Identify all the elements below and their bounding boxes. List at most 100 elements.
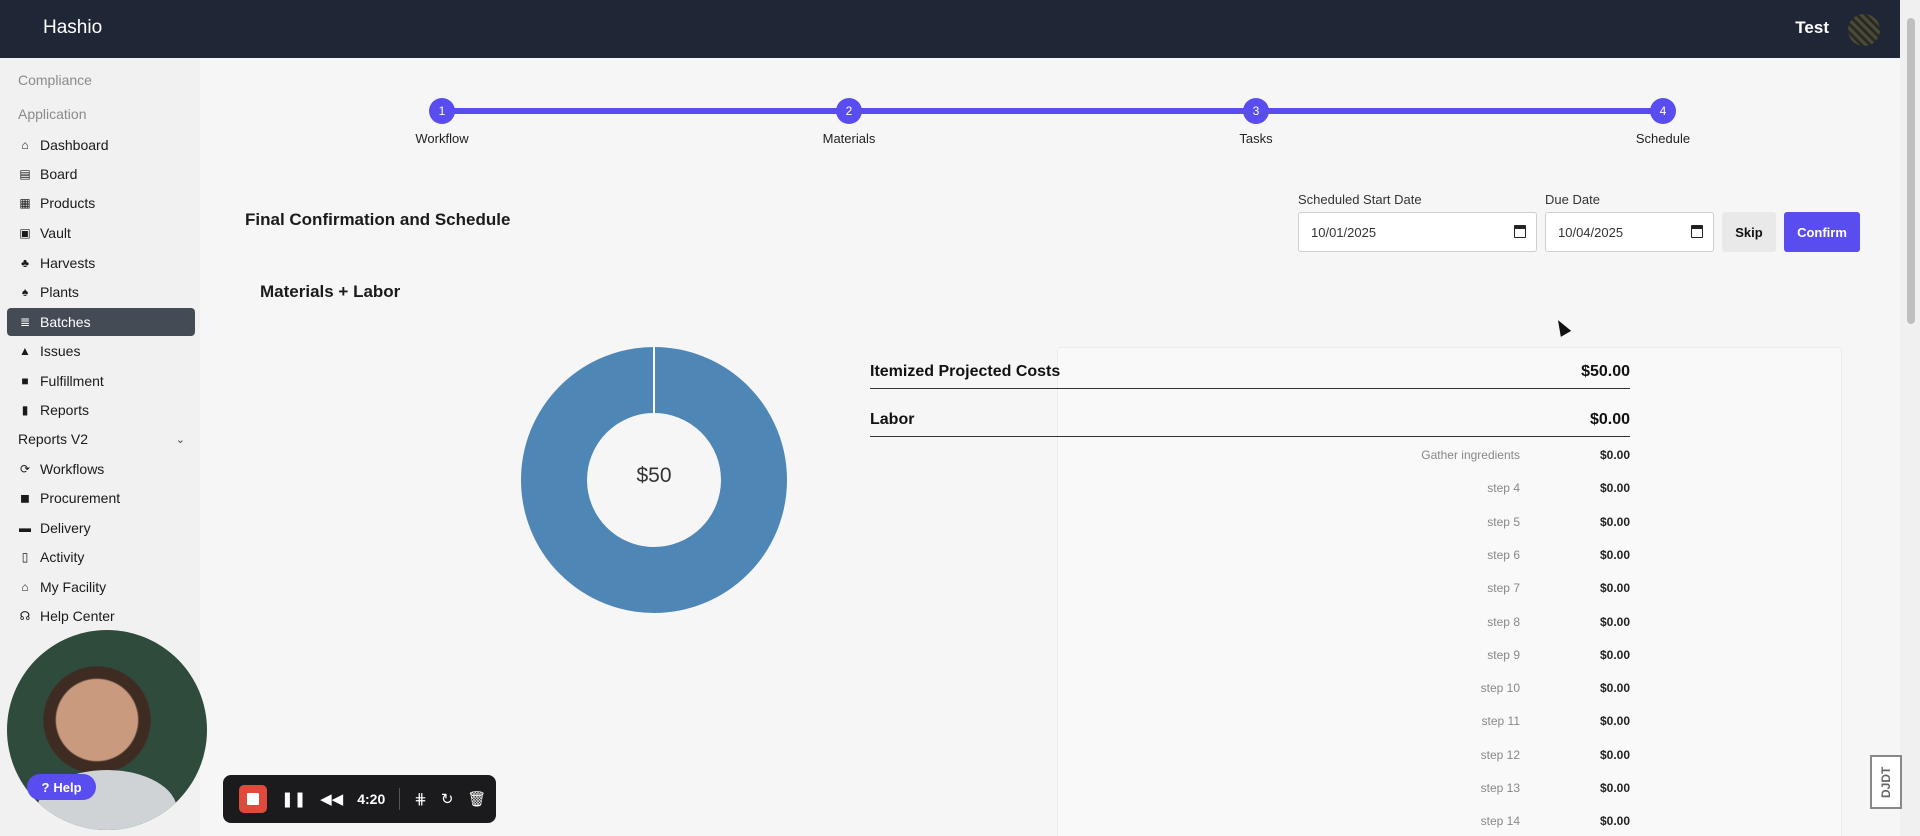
app-title[interactable]: Hashio bbox=[43, 17, 102, 39]
cost-row: step 13 $0.00 bbox=[870, 781, 1630, 801]
recording-timer: 4:20 bbox=[357, 791, 386, 807]
labor-label: Labor bbox=[870, 411, 915, 428]
donut-center-label: $50 bbox=[636, 464, 672, 487]
step-schedule[interactable]: 4 Schedule bbox=[1593, 98, 1733, 146]
building-icon: ⌂ bbox=[21, 580, 29, 594]
home-icon: ⌂ bbox=[21, 138, 29, 152]
section-compliance[interactable]: Compliance bbox=[18, 72, 92, 88]
chart-icon: ▮ bbox=[21, 403, 29, 417]
cost-row-value: $0.00 bbox=[1599, 781, 1630, 795]
confirm-button[interactable]: Confirm bbox=[1784, 212, 1860, 252]
sidebar-item-batches[interactable]: ≣ Batches bbox=[7, 308, 195, 336]
vault-icon: ▣ bbox=[19, 226, 31, 240]
sidebar-item-issues[interactable]: ▲ Issues bbox=[7, 337, 195, 365]
step-number: 3 bbox=[1243, 98, 1269, 124]
products-icon: ▦ bbox=[19, 196, 31, 210]
start-date-input[interactable]: 10/01/2025 bbox=[1298, 212, 1537, 252]
scrollbar-thumb[interactable] bbox=[1907, 18, 1915, 324]
sidebar-item-help-center[interactable]: ☊ Help Center bbox=[7, 602, 195, 630]
bag-icon: ◼ bbox=[20, 491, 30, 505]
cost-row-name: step 4 bbox=[1487, 481, 1520, 496]
cost-row-name: step 9 bbox=[1487, 647, 1520, 662]
sidebar-item-board[interactable]: ▤ Board bbox=[7, 160, 195, 188]
board-icon: ▤ bbox=[19, 167, 31, 181]
trash-icon[interactable]: 🗑 bbox=[467, 790, 486, 808]
cost-row-value: $0.00 bbox=[1599, 581, 1630, 596]
warning-icon: ▲ bbox=[19, 344, 31, 358]
cost-row-value: $0.00 bbox=[1599, 681, 1630, 696]
sidebar-item-dashboard[interactable]: ⌂ Dashboard bbox=[7, 131, 195, 159]
rewind-icon[interactable]: ◀◀ bbox=[320, 790, 343, 808]
step-tasks[interactable]: 3 Tasks bbox=[1186, 98, 1326, 146]
recording-toolbar: ❚❚ ◀◀ 4:20 ⋕ ↻ 🗑 bbox=[223, 775, 496, 823]
section-application[interactable]: Application bbox=[18, 106, 87, 122]
sidebar-item-reports[interactable]: ▮ Reports bbox=[7, 396, 195, 424]
headset-icon: ☊ bbox=[19, 609, 31, 623]
sidebar-item-activity[interactable]: ▯ Activity bbox=[7, 543, 195, 571]
batches-icon: ≣ bbox=[19, 315, 31, 329]
step-workflow[interactable]: 1 Workflow bbox=[372, 98, 512, 146]
step-number: 1 bbox=[429, 98, 455, 124]
cost-row-name: step 10 bbox=[1480, 681, 1520, 696]
restart-icon[interactable]: ↻ bbox=[441, 790, 454, 808]
start-date-label: Scheduled Start Date bbox=[1298, 192, 1422, 207]
cost-row-value: $0.00 bbox=[1599, 747, 1630, 762]
cost-row: step 10 $0.00 bbox=[870, 681, 1630, 701]
sidebar-item-fulfillment[interactable]: ■ Fulfillment bbox=[7, 367, 195, 395]
cost-row-value: $0.00 bbox=[1599, 614, 1630, 629]
cost-row-name: step 14 bbox=[1480, 814, 1520, 829]
cost-row-value: $0.00 bbox=[1599, 448, 1630, 462]
stop-recording-button[interactable] bbox=[239, 785, 267, 813]
due-date-label: Due Date bbox=[1545, 192, 1600, 207]
avatar[interactable] bbox=[1848, 14, 1880, 46]
sidebar-item-vault[interactable]: ▣ Vault bbox=[7, 219, 195, 247]
cost-row: step 14 $0.00 bbox=[870, 814, 1630, 834]
cost-row-name: step 7 bbox=[1487, 581, 1520, 596]
workflow-icon: ⟳ bbox=[19, 462, 31, 476]
sidebar-item-delivery[interactable]: ▬ Delivery bbox=[7, 514, 195, 542]
step-label: Tasks bbox=[1239, 131, 1273, 146]
sidebar-item-reports-v2[interactable]: Reports V2 ⌄ bbox=[7, 425, 195, 453]
cost-row-value: $0.00 bbox=[1599, 481, 1630, 496]
step-label: Materials bbox=[822, 131, 876, 146]
cost-row-name: step 5 bbox=[1487, 514, 1520, 529]
costs-header-total: $50.00 bbox=[1581, 363, 1630, 380]
due-date-input[interactable]: 10/04/2025 bbox=[1545, 212, 1714, 252]
plant-icon: ♠ bbox=[21, 285, 29, 299]
pause-icon[interactable]: ❚❚ bbox=[281, 790, 306, 808]
top-bar: Hashio Test bbox=[0, 0, 1920, 58]
webcam-overlay bbox=[7, 630, 207, 830]
cost-row-value: $0.00 bbox=[1599, 814, 1630, 829]
chevron-down-icon: ⌄ bbox=[175, 433, 185, 446]
skip-button[interactable]: Skip bbox=[1722, 212, 1776, 252]
grid-icon[interactable]: ⋕ bbox=[414, 790, 427, 808]
calendar-icon[interactable] bbox=[1691, 225, 1703, 238]
sidebar-item-workflows[interactable]: ⟳ Workflows bbox=[7, 455, 195, 483]
cost-row: step 8 $0.00 bbox=[870, 615, 1630, 635]
truck-icon: ▬ bbox=[19, 521, 31, 535]
page-scrollbar[interactable] bbox=[1900, 0, 1920, 836]
stepper-progress-line bbox=[442, 108, 1663, 114]
calendar-icon[interactable] bbox=[1514, 225, 1526, 238]
labor-total: $0.00 bbox=[1589, 411, 1630, 428]
help-button[interactable]: ? Help bbox=[27, 774, 96, 800]
page-title: Final Confirmation and Schedule bbox=[245, 210, 511, 229]
user-name[interactable]: Test bbox=[1795, 18, 1829, 38]
sidebar-item-plants[interactable]: ♠ Plants bbox=[7, 278, 195, 306]
step-label: Schedule bbox=[1635, 131, 1691, 146]
clipboard-icon: ▯ bbox=[21, 550, 29, 564]
step-label: Workflow bbox=[415, 131, 469, 146]
step-materials[interactable]: 2 Materials bbox=[779, 98, 919, 146]
cost-row-value: $0.00 bbox=[1599, 547, 1630, 562]
cost-row: step 7 $0.00 bbox=[870, 581, 1630, 601]
sidebar-item-harvests[interactable]: ♣ Harvests bbox=[7, 249, 195, 277]
cost-row: Gather ingredients $0.00 bbox=[870, 448, 1630, 468]
step-number: 4 bbox=[1650, 98, 1676, 124]
debug-toolbar-badge[interactable]: DJDT bbox=[1870, 755, 1902, 809]
cost-row-name: step 8 bbox=[1487, 614, 1520, 629]
cost-row: step 12 $0.00 bbox=[870, 748, 1630, 768]
sidebar-item-procurement[interactable]: ◼ Procurement bbox=[7, 484, 195, 512]
box-icon: ■ bbox=[21, 374, 29, 388]
sidebar-item-my-facility[interactable]: ⌂ My Facility bbox=[7, 573, 195, 601]
sidebar-item-products[interactable]: ▦ Products bbox=[7, 189, 195, 217]
